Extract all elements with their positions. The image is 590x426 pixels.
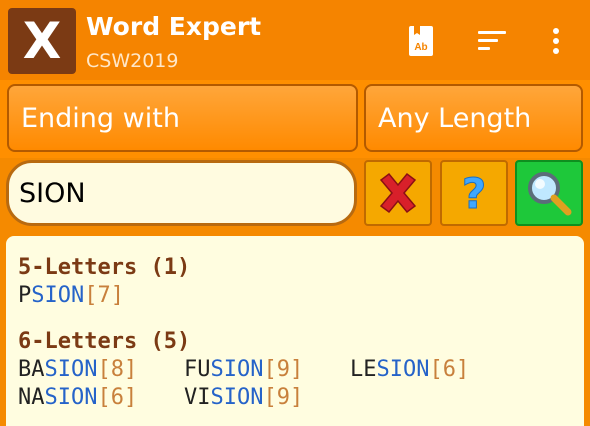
length-select[interactable]: Any Length [364, 84, 583, 152]
word-score: [9] [263, 385, 304, 410]
word-score: [7] [84, 283, 124, 308]
word-score: [6] [97, 385, 138, 410]
magnifier-icon [528, 172, 572, 216]
word-list: BASION[8] FUSION[9] LESION[6] NASION[6] … [18, 356, 584, 412]
group-header: 5-Letters (1) [18, 255, 191, 280]
search-input[interactable] [6, 160, 357, 226]
match-mode-select[interactable]: Ending with [7, 84, 358, 152]
word-item[interactable]: PSION[7] [18, 282, 184, 310]
word-match: SION [44, 357, 98, 382]
word-prefix: VI [184, 385, 211, 410]
dictionary-icon-label: Ab [414, 42, 427, 53]
word-item[interactable]: VISION[9] [184, 384, 350, 412]
help-button[interactable]: ? [440, 160, 508, 226]
word-list: PSION[7] [18, 282, 584, 310]
app-title: Word Expert [86, 12, 262, 41]
dictionary-icon: Ab [409, 26, 433, 56]
word-prefix: P [18, 283, 32, 308]
filter-bar: Ending with Any Length [0, 80, 590, 158]
result-group: 6-Letters (5) BASION[8] FUSION[9] LESION… [18, 328, 584, 412]
help-icon: ? [461, 169, 486, 219]
word-prefix: LE [350, 357, 377, 382]
more-options-button[interactable] [540, 24, 572, 58]
word-prefix: BA [18, 357, 45, 382]
close-icon [379, 172, 417, 214]
word-match: SION [31, 283, 85, 308]
search-button[interactable] [515, 160, 583, 226]
word-match: SION [44, 385, 98, 410]
dictionary-name: CSW2019 [86, 50, 179, 72]
word-match: SION [376, 357, 430, 382]
word-match: SION [210, 385, 264, 410]
length-value: Any Length [378, 102, 532, 134]
word-match: SION [210, 357, 264, 382]
search-row: ? [0, 158, 590, 234]
result-group: 5-Letters (1) PSION[7] [18, 254, 584, 310]
sort-button[interactable] [476, 24, 508, 58]
clear-button[interactable] [364, 160, 432, 226]
word-item[interactable]: FUSION[9] [184, 356, 350, 384]
word-prefix: FU [184, 357, 211, 382]
dictionary-button[interactable]: Ab [405, 24, 437, 58]
app-logo: X [8, 8, 76, 74]
logo-letter: X [22, 12, 62, 70]
match-mode-value: Ending with [21, 102, 180, 134]
svg-text:?: ? [462, 169, 486, 218]
word-score: [8] [97, 357, 138, 382]
word-item[interactable]: LESION[6] [350, 356, 516, 384]
word-score: [6] [429, 357, 470, 382]
word-prefix: NA [18, 385, 45, 410]
group-header: 6-Letters (5) [18, 329, 191, 354]
results-panel: 5-Letters (1) PSION[7] 6-Letters (5) BAS… [6, 236, 584, 426]
app-bar: X Word Expert CSW2019 Ab [0, 0, 590, 80]
sort-icon [478, 31, 506, 50]
word-item[interactable]: NASION[6] [18, 384, 184, 412]
more-vert-icon [553, 28, 559, 54]
word-item[interactable]: BASION[8] [18, 356, 184, 384]
word-score: [9] [263, 357, 304, 382]
